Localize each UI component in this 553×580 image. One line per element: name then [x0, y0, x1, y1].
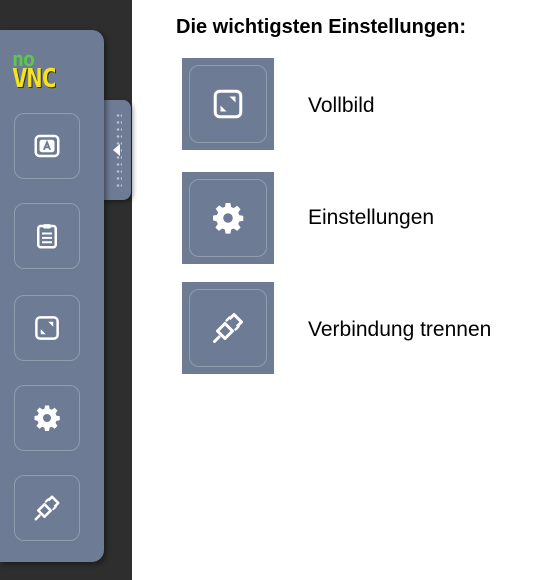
clipboard-icon [37, 224, 57, 249]
settings-button[interactable] [14, 385, 80, 451]
gear-icon [213, 203, 244, 234]
keyboard-icon [34, 134, 60, 158]
legend-fullscreen-tile [182, 58, 274, 150]
novnc-logo: no VNC [12, 49, 88, 96]
panel-collapse-handle[interactable] [103, 100, 131, 200]
disconnect-button[interactable] [14, 475, 80, 541]
collapse-arrow-icon [113, 144, 120, 156]
legend-label-disconnect: Verbindung trennen [308, 318, 492, 341]
clipboard-button[interactable] [14, 203, 80, 269]
fullscreen-icon [35, 316, 59, 340]
disconnect-icon [34, 495, 60, 521]
legend-disconnect-tile [182, 282, 274, 374]
gear-icon [34, 405, 60, 431]
fullscreen-icon [213, 89, 243, 119]
legend-title: Die wichtigsten Einstellungen: [176, 16, 467, 38]
legend-settings-tile [182, 172, 274, 264]
legend-label-settings: Einstellungen [308, 206, 435, 229]
logo-text-vnc: VNC [12, 64, 57, 94]
legend-label-fullscreen: Vollbild [308, 94, 375, 117]
fullscreen-button[interactable] [14, 295, 80, 361]
disconnect-icon [213, 313, 243, 343]
keyboard-button[interactable] [14, 113, 80, 179]
